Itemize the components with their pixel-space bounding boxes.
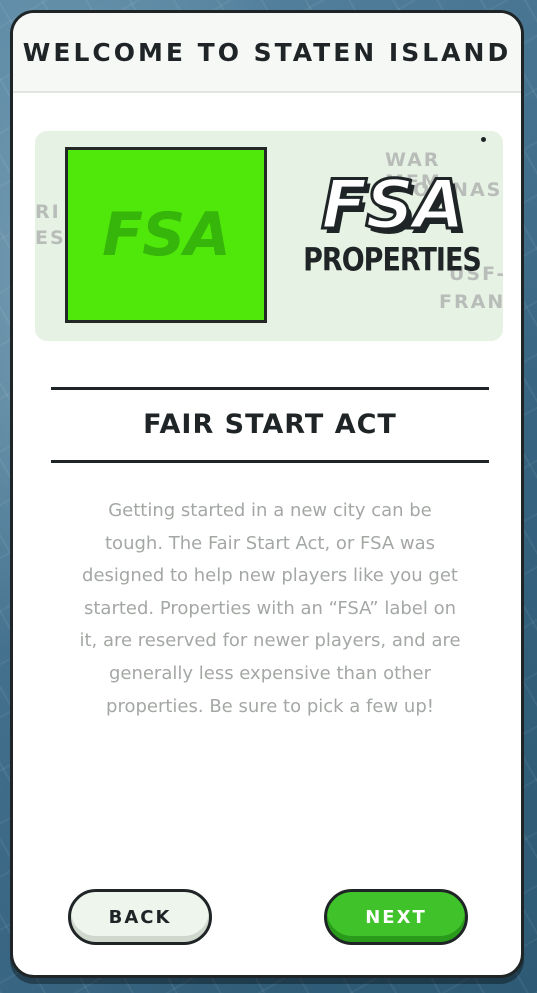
- welcome-modal: WELCOME TO STATEN ISLAND WAR MEM OMNAS R…: [10, 10, 524, 978]
- divider-top: [51, 387, 489, 390]
- description-text: Getting started in a new city can be tou…: [79, 500, 461, 717]
- back-button[interactable]: BACK: [68, 889, 212, 945]
- modal-header: WELCOME TO STATEN ISLAND: [13, 13, 521, 93]
- fsa-property-tile: FSA: [65, 147, 267, 323]
- fsa-tile-label: FSA: [102, 200, 231, 270]
- modal-title: WELCOME TO STATEN ISLAND: [22, 37, 512, 67]
- map-label: RI: [35, 201, 61, 223]
- fsa-banner: WAR MEM OMNAS RI ES USF- FRAN FSA FSA PR…: [35, 131, 503, 341]
- fsa-properties-logo: FSA PROPERTIES: [297, 166, 487, 309]
- logo-fsa-text: FSA: [319, 166, 466, 245]
- divider-bottom: [51, 460, 489, 463]
- logo-properties-text: PROPERTIES: [303, 241, 482, 280]
- map-dot: [481, 137, 486, 142]
- next-button[interactable]: NEXT: [324, 889, 468, 945]
- map-label: ES: [35, 227, 66, 249]
- section-title: FAIR START ACT: [143, 409, 397, 440]
